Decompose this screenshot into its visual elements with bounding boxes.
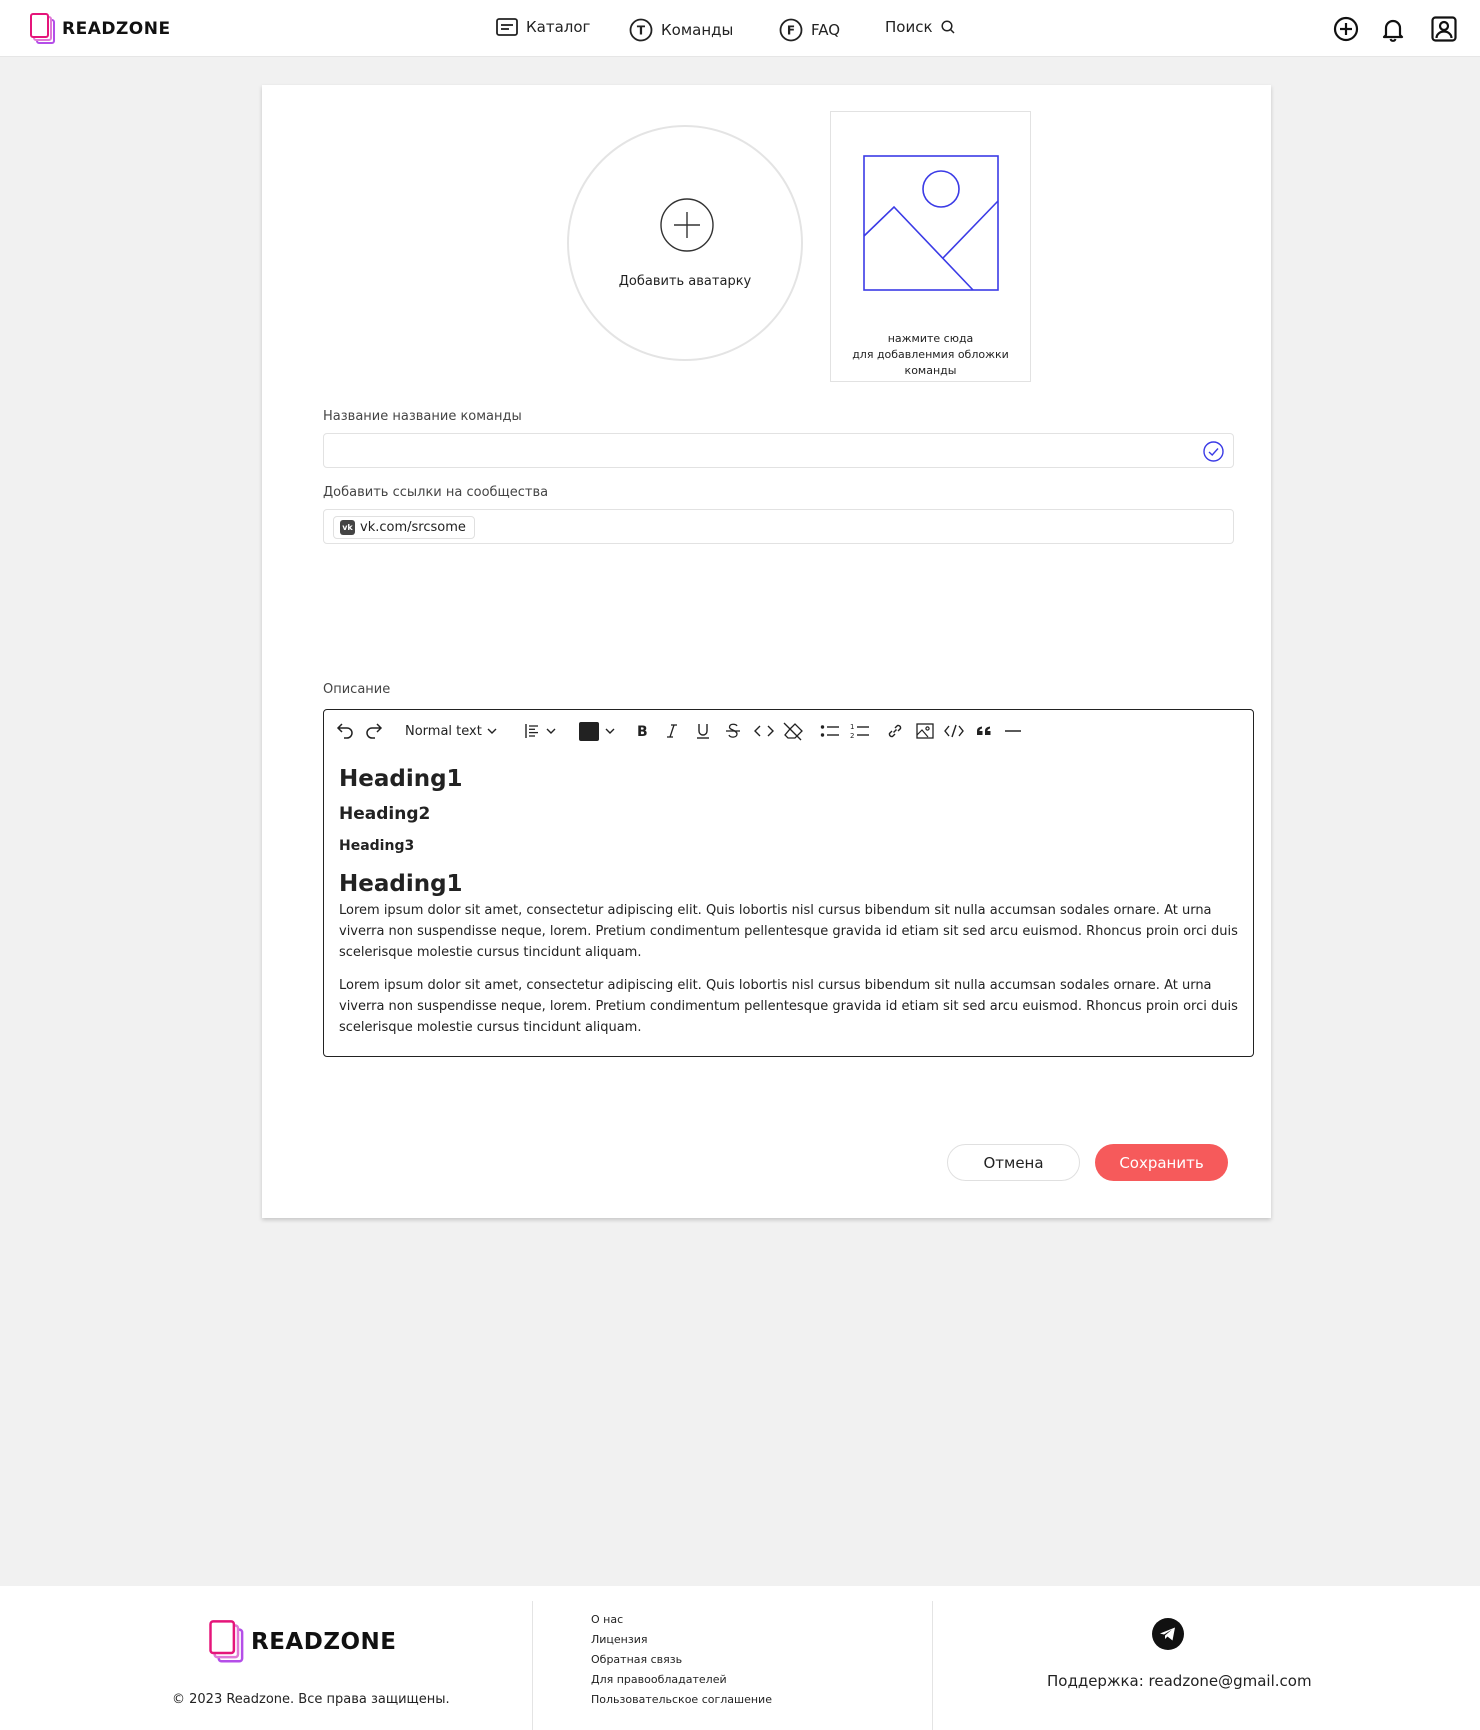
- footer-divider: [532, 1601, 533, 1730]
- footer-link-user-agreement[interactable]: Пользовательское соглашение: [591, 1690, 772, 1710]
- cover-hint-line: нажмите сюда: [887, 332, 974, 345]
- save-button[interactable]: Сохранить: [1095, 1144, 1228, 1181]
- community-links-input[interactable]: vk vk.com/srcsome: [323, 509, 1234, 544]
- nav-search[interactable]: Поиск: [885, 18, 955, 36]
- nav-catalog-label: Каталог: [526, 18, 591, 36]
- image-icon[interactable]: [916, 721, 934, 741]
- link-chip-text: vk.com/srcsome: [360, 520, 466, 535]
- color-swatch: [579, 721, 599, 741]
- description-label: Описание: [323, 682, 391, 697]
- profile-icon[interactable]: [1431, 16, 1457, 42]
- teams-icon: T: [629, 18, 653, 42]
- header-logo[interactable]: READZONE: [30, 13, 171, 45]
- horizontal-rule-icon[interactable]: [1005, 721, 1021, 741]
- clear-format-icon[interactable]: [783, 721, 803, 741]
- image-placeholder-icon: [863, 155, 999, 291]
- plus-circle-icon: [660, 198, 714, 252]
- italic-icon[interactable]: [666, 721, 678, 741]
- rich-text-editor: Normal text B 1 2 Heading1 Heading2 Head…: [323, 709, 1254, 1057]
- nav-faq[interactable]: F FAQ: [779, 18, 840, 42]
- footer-link-about[interactable]: О нас: [591, 1610, 772, 1630]
- nav-teams-label: Команды: [661, 21, 734, 39]
- content-paragraph: Lorem ipsum dolor sit amet, consectetur …: [339, 978, 1238, 1035]
- editor-toolbar: Normal text B 1 2: [324, 710, 1253, 752]
- top-navbar: READZONE Каталог T Команды F FAQ Поиск: [0, 0, 1480, 57]
- text-style-value: Normal text: [405, 723, 482, 739]
- readzone-logo-icon: [30, 13, 55, 44]
- content-heading3: Heading3: [339, 838, 415, 854]
- faq-icon-letter: F: [787, 24, 795, 38]
- undo-icon[interactable]: [336, 721, 354, 741]
- content-paragraph: Lorem ipsum dolor sit amet, consectetur …: [339, 903, 1238, 960]
- faq-icon: F: [779, 18, 803, 42]
- inline-code-icon[interactable]: [754, 721, 774, 741]
- quote-icon[interactable]: [975, 721, 993, 741]
- footer-logo[interactable]: READZONE: [209, 1620, 397, 1664]
- search-icon: [940, 20, 955, 34]
- cover-hint-line: команды: [904, 364, 957, 377]
- footer-link-rightholders[interactable]: Для правообладателей: [591, 1670, 772, 1690]
- bullet-list-icon[interactable]: [820, 721, 840, 741]
- logo-text: READZONE: [62, 19, 171, 39]
- align-dropdown[interactable]: [525, 721, 556, 741]
- bell-icon[interactable]: [1380, 16, 1406, 42]
- telegram-icon[interactable]: [1152, 1618, 1184, 1650]
- numbered-list-icon[interactable]: 1 2: [850, 721, 870, 741]
- chevron-down-icon: [487, 728, 497, 734]
- teams-icon-letter: T: [637, 24, 646, 38]
- content-heading1: Heading1: [339, 766, 463, 792]
- bold-icon[interactable]: B: [637, 721, 649, 741]
- page-footer: READZONE © 2023 Readzone. Все права защи…: [0, 1586, 1480, 1730]
- text-style-dropdown[interactable]: Normal text: [405, 721, 497, 741]
- link-icon[interactable]: [885, 721, 905, 741]
- nav-search-label: Поиск: [885, 18, 933, 36]
- avatar-upload[interactable]: Добавить аватарку: [567, 125, 803, 361]
- chevron-down-icon: [546, 728, 556, 734]
- align-left-icon: [525, 724, 538, 738]
- logo-text: READZONE: [251, 1629, 397, 1655]
- code-block-icon[interactable]: [944, 721, 964, 741]
- cover-upload-hint: нажмите сюда для добавленмия обложки ком…: [831, 331, 1030, 379]
- svg-text:2: 2: [850, 732, 854, 740]
- footer-link-license[interactable]: Лицензия: [591, 1630, 772, 1650]
- copyright-text: © 2023 Readzone. Все права защищены.: [172, 1692, 450, 1707]
- svg-text:B: B: [637, 724, 648, 740]
- community-links-label: Добавить ссылки на сообщества: [323, 485, 549, 500]
- footer-link-feedback[interactable]: Обратная связь: [591, 1650, 772, 1670]
- team-form-card: Добавить аватарку нажмите сюда для добав…: [262, 85, 1271, 1218]
- catalog-icon: [496, 18, 518, 36]
- cancel-button[interactable]: Отмена: [947, 1144, 1080, 1181]
- add-icon[interactable]: [1333, 16, 1359, 42]
- strikethrough-icon[interactable]: [726, 721, 740, 741]
- vk-icon: vk: [340, 520, 355, 535]
- support-email: Поддержка: readzone@gmail.com: [1047, 1672, 1312, 1690]
- nav-catalog[interactable]: Каталог: [496, 18, 590, 36]
- chevron-down-icon: [605, 728, 615, 734]
- team-name-input[interactable]: [323, 433, 1234, 468]
- link-chip[interactable]: vk vk.com/srcsome: [333, 516, 475, 539]
- color-picker[interactable]: [579, 721, 615, 741]
- cover-hint-line: для добавленмия обложки: [852, 348, 1009, 361]
- content-heading2: Heading2: [339, 804, 431, 824]
- footer-links: О нас Лицензия Обратная связь Для правоо…: [591, 1610, 772, 1710]
- svg-text:1: 1: [850, 723, 854, 731]
- editor-content[interactable]: Heading1 Heading2 Heading3 Heading1 Lore…: [339, 764, 1239, 1038]
- underline-icon[interactable]: [696, 721, 710, 741]
- content-heading1: Heading1: [339, 871, 463, 897]
- readzone-logo-icon: [209, 1620, 244, 1663]
- team-name-label: Название название команды: [323, 409, 522, 424]
- avatar-upload-label: Добавить аватарку: [618, 274, 752, 289]
- nav-teams[interactable]: T Команды: [629, 18, 733, 42]
- footer-divider: [932, 1601, 933, 1730]
- nav-faq-label: FAQ: [811, 21, 841, 39]
- check-circle-icon: [1203, 441, 1224, 462]
- cover-upload[interactable]: нажмите сюда для добавленмия обложки ком…: [830, 111, 1031, 382]
- redo-icon[interactable]: [365, 721, 383, 741]
